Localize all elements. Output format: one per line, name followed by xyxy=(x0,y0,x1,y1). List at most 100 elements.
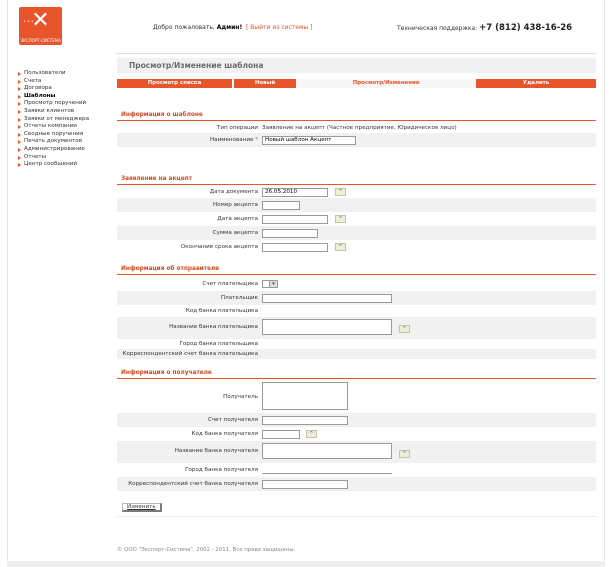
row-accept-number: Номер акцепта xyxy=(117,198,596,212)
sidebar-item-reports[interactable]: Отчеты xyxy=(17,154,117,162)
footer-divider xyxy=(117,516,596,517)
section-divider xyxy=(117,378,596,379)
bottom-band xyxy=(7,561,605,567)
section-divider xyxy=(117,274,596,275)
accept-number-input[interactable] xyxy=(262,201,300,210)
sidebar-item-client-requests[interactable]: Заявки клиентов xyxy=(17,108,117,116)
accept-date-label: Дата акцепта xyxy=(217,216,258,222)
row-doc-date: Дата документа 26.05.2010 ^ xyxy=(117,186,596,198)
payer-corr-account-label: Корреспондентский счет банка плательщика xyxy=(122,351,258,357)
template-name-label: Наименование * xyxy=(209,137,258,143)
row-accept-sum: Сумма акцепта xyxy=(117,226,596,240)
calendar-icon[interactable]: ^ xyxy=(335,188,346,196)
operation-type-label: Тип операции xyxy=(216,125,258,131)
recipient-corr-account-input[interactable] xyxy=(262,480,348,489)
sidebar: Пользователи Счета Договора Шаблоны Прос… xyxy=(17,70,117,169)
row-payer: Плательщик xyxy=(117,291,596,305)
support-phone: +7 (812) 438-16-26 xyxy=(479,23,573,33)
sidebar-item-orders-view[interactable]: Просмотр поручений xyxy=(17,100,117,108)
logo-x-icon: ✕ xyxy=(31,8,50,33)
section-title-acceptance: Заявление на акцепт xyxy=(121,176,192,182)
recipient-account-input[interactable] xyxy=(262,416,348,425)
payer-bank-name-input[interactable] xyxy=(262,319,392,335)
page-title-bar: Просмотр/Изменение шаблона xyxy=(117,58,596,73)
logout-link[interactable]: [ Выйти из системы ] xyxy=(246,24,313,31)
recipient-input[interactable] xyxy=(262,382,348,410)
required-mark: * xyxy=(255,137,258,143)
payer-label: Плательщик xyxy=(220,295,258,301)
calendar-icon[interactable]: ^ xyxy=(335,243,346,251)
recipient-bank-name-input[interactable] xyxy=(262,443,392,459)
tab-view-edit[interactable]: Просмотр/Изменения xyxy=(296,79,476,88)
support-info: Техническая поддержка: +7 (812) 438-16-2… xyxy=(397,23,572,33)
payer-bank-city-label: Город банка плательщика xyxy=(179,341,258,347)
recipient-bank-city-input[interactable] xyxy=(262,465,392,474)
page-title: Просмотр/Изменение шаблона xyxy=(129,61,264,70)
row-recipient-corr-account: Корреспондентский счет банка получателя xyxy=(117,477,596,491)
section-divider xyxy=(117,120,596,121)
recipient-bank-city-label: Город банка получателя xyxy=(185,467,258,473)
support-label: Техническая поддержка: xyxy=(397,25,478,32)
recipient-label: Получатель xyxy=(223,394,258,400)
section-divider xyxy=(117,184,596,185)
accept-sum-input[interactable] xyxy=(262,229,318,238)
expand-icon[interactable]: ^ xyxy=(399,450,410,458)
section-title-template-info: Информация о шаблоне xyxy=(121,112,203,118)
logo[interactable]: ••• ✕ ЭКСПОРТ-СИСТЕМА xyxy=(19,7,62,45)
edit-button[interactable]: Изменить xyxy=(122,503,162,512)
payer-account-label: Счет плательщика xyxy=(202,281,258,287)
recipient-bank-code-input[interactable] xyxy=(262,430,300,439)
welcome-text: Добро пожаловать, Админ! [ Выйти из сист… xyxy=(153,24,313,31)
sidebar-item-accounts[interactable]: Счета xyxy=(17,78,117,86)
sidebar-item-administration[interactable]: Администрирование xyxy=(17,146,117,154)
user-name: Админ! xyxy=(216,24,243,31)
action-tabs: Просмотр списка Новый Просмотр/Изменения… xyxy=(117,79,596,88)
row-accept-date: Дата акцепта ^ xyxy=(117,212,596,226)
logo-brand-text: ЭКСПОРТ-СИСТЕМА xyxy=(20,38,61,43)
sidebar-item-message-center[interactable]: Центр сообщений xyxy=(17,161,117,169)
sidebar-item-users[interactable]: Пользователи xyxy=(17,70,117,78)
template-name-input[interactable]: Новый шаблон Акцепт xyxy=(262,136,356,145)
tab-view-list[interactable]: Просмотр списка xyxy=(117,79,232,88)
tab-new[interactable]: Новый xyxy=(234,79,296,88)
footer-copyright: © ООО "Экспорт-Система", 2002 - 2011. Вс… xyxy=(117,547,296,553)
recipient-account-label: Счет получателя xyxy=(207,417,258,423)
row-recipient-bank-name: Название банка получателя ^ xyxy=(117,441,596,463)
payer-bank-code-label: Код банка плательщика xyxy=(185,308,258,314)
chevron-down-icon: ▾ xyxy=(269,281,277,287)
recipient-corr-account-label: Корреспондентский счет банка получателя xyxy=(128,481,258,487)
sidebar-item-summary-orders[interactable]: Сводные поручения xyxy=(17,131,117,139)
tab-delete[interactable]: Удалить xyxy=(476,79,596,88)
sidebar-item-manager-requests[interactable]: Заявки от менеджера xyxy=(17,116,117,124)
welcome-prefix: Добро пожаловать, xyxy=(153,24,215,31)
calendar-icon[interactable]: ^ xyxy=(335,215,346,223)
recipient-bank-code-label: Код банка получателя xyxy=(191,431,259,437)
row-payer-account: Счет плательщика ▾ xyxy=(117,277,596,291)
row-template-name: Наименование * Новый шаблон Акцепт xyxy=(117,133,596,147)
payer-bank-name-label: Название банка плательщика xyxy=(169,324,258,330)
row-operation-type: Тип операции Заявление на акцепт (Частно… xyxy=(117,123,596,133)
row-payer-bank-name: Название банка плательщика ^ xyxy=(117,317,596,339)
section-title-receiver: Информация о получателе xyxy=(121,370,212,376)
header-divider xyxy=(116,53,596,54)
accept-end-label: Окончание срока акцепта xyxy=(180,244,258,250)
accept-number-label: Номер акцепта xyxy=(212,202,258,208)
row-recipient: Получатель xyxy=(117,381,596,411)
sidebar-item-contracts[interactable]: Договора xyxy=(17,85,117,93)
operation-type-value: Заявление на акцепт (Частное предприятие… xyxy=(262,125,457,131)
row-accept-end: Окончание срока акцепта ^ xyxy=(117,240,596,254)
payer-account-select[interactable]: ▾ xyxy=(262,280,278,288)
sidebar-item-print-documents[interactable]: Печать документов xyxy=(17,138,117,146)
row-recipient-account: Счет получателя xyxy=(117,413,596,427)
accept-end-input[interactable] xyxy=(262,243,328,252)
accept-date-input[interactable] xyxy=(262,215,328,224)
row-payer-bank-city: Город банка плательщика xyxy=(117,339,596,349)
doc-date-input[interactable]: 26.05.2010 xyxy=(262,188,328,197)
doc-date-label: Дата документа xyxy=(209,189,258,195)
search-icon[interactable]: ^ xyxy=(306,430,317,438)
row-payer-corr-account: Корреспондентский счет банка плательщика xyxy=(117,349,596,359)
sidebar-item-company-reports[interactable]: Отчеты компании xyxy=(17,123,117,131)
expand-icon[interactable]: ^ xyxy=(399,325,410,333)
recipient-bank-name-label: Название банка получателя xyxy=(174,448,258,454)
payer-input[interactable] xyxy=(262,294,392,303)
